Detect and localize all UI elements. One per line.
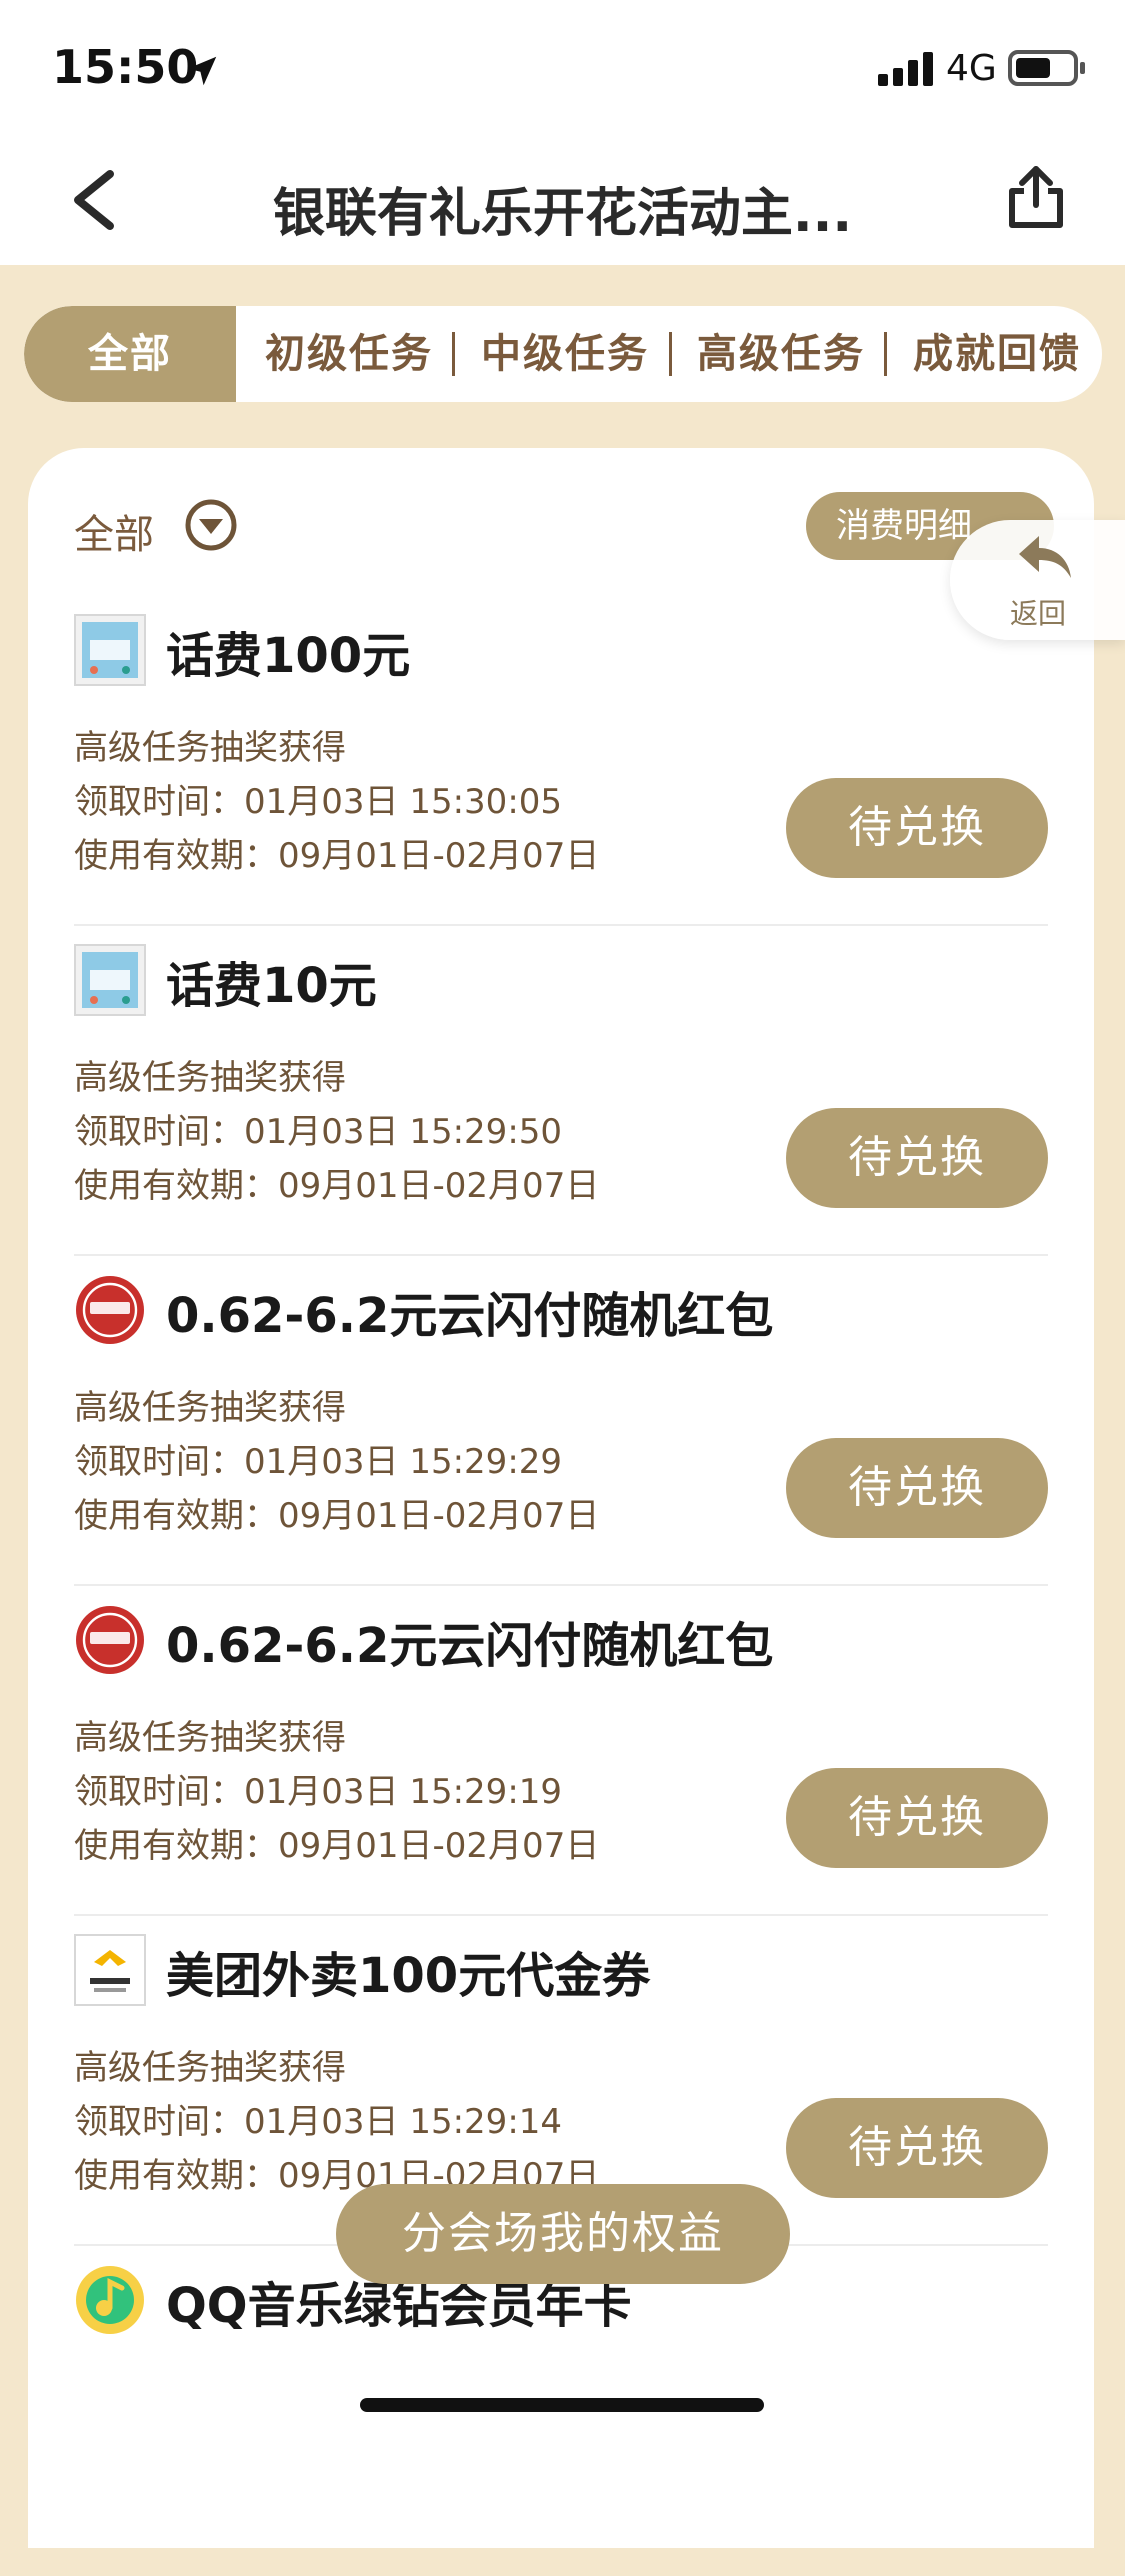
share-icon[interactable] (1006, 165, 1066, 229)
phone-credit-voucher-icon (74, 944, 146, 1016)
reward-received-time: 领取时间：01月03日 15:29:19 (74, 1772, 563, 1812)
tab-intermediate-tasks[interactable]: 中级任务 (460, 306, 670, 402)
reward-received-time: 领取时间：01月03日 15:30:05 (74, 782, 563, 822)
floating-back-button[interactable]: 返回 (950, 520, 1125, 640)
status-bar: 15:50 4G (0, 0, 1125, 135)
location-arrow-icon (187, 56, 217, 86)
redeem-button[interactable]: 待兑换 (786, 2098, 1048, 2198)
qq-music-logo-icon (76, 2266, 144, 2334)
reward-item: 0.62-6.2元云闪付随机红包 高级任务抽奖获得 领取时间：01月03日 15… (74, 1256, 1048, 1586)
reward-title: 话费10元 (166, 958, 377, 1014)
reward-received-time: 领取时间：01月03日 15:29:14 (74, 2102, 563, 2142)
reward-item: 话费10元 高级任务抽奖获得 领取时间：01月03日 15:29:50 使用有效… (74, 926, 1048, 1256)
filter-dropdown-label[interactable]: 全部 (74, 502, 154, 560)
tab-divider (669, 332, 672, 376)
reward-title: 话费100元 (166, 628, 411, 684)
redeem-button[interactable]: 待兑换 (786, 1438, 1048, 1538)
page-title: 银联有礼乐开花活动主... (272, 184, 853, 244)
floating-back-label: 返回 (1010, 597, 1067, 630)
redeem-button[interactable]: 待兑换 (786, 1108, 1048, 1208)
tab-all[interactable]: 全部 (24, 306, 236, 402)
back-chevron-icon[interactable] (66, 168, 120, 232)
network-type: 4G (946, 48, 997, 89)
reward-item: 0.62-6.2元云闪付随机红包 高级任务抽奖获得 领取时间：01月03日 15… (74, 1586, 1048, 1916)
sub-venue-benefits-button[interactable]: 分会场我的权益 (336, 2184, 790, 2284)
reward-source: 高级任务抽奖获得 (74, 1388, 346, 1428)
redeem-button[interactable]: 待兑换 (786, 1768, 1048, 1868)
reward-title: 0.62-6.2元云闪付随机红包 (166, 1288, 774, 1344)
status-time: 15:50 (52, 40, 199, 94)
reward-validity: 使用有效期：09月01日-02月07日 (74, 1496, 600, 1536)
unionpay-quickpass-logo-icon (76, 1276, 144, 1344)
return-arrow-icon (1019, 536, 1071, 578)
tab-achievement-rewards[interactable]: 成就回馈 (892, 306, 1102, 402)
reward-item: 话费100元 高级任务抽奖获得 领取时间：01月03日 15:30:05 使用有… (74, 596, 1048, 926)
reward-validity: 使用有效期：09月01日-02月07日 (74, 1826, 600, 1866)
battery-icon (1008, 50, 1085, 86)
reward-title: 0.62-6.2元云闪付随机红包 (166, 1618, 774, 1674)
tab-divider (884, 332, 887, 376)
reward-received-time: 领取时间：01月03日 15:29:50 (74, 1112, 563, 1152)
reward-title: 美团外卖100元代金券 (166, 1948, 651, 2004)
tab-beginner-tasks[interactable]: 初级任务 (244, 306, 454, 402)
task-tab-strip: 全部 初级任务 中级任务 高级任务 成就回馈 (24, 306, 1102, 402)
reward-validity: 使用有效期：09月01日-02月07日 (74, 836, 600, 876)
meituan-delivery-logo-icon (74, 1934, 146, 2006)
nav-bar: 银联有礼乐开花活动主... (0, 135, 1125, 265)
reward-validity: 使用有效期：09月01日-02月07日 (74, 1166, 600, 1206)
reward-source: 高级任务抽奖获得 (74, 1058, 346, 1098)
cellular-signal-icon (878, 52, 933, 86)
reward-source: 高级任务抽奖获得 (74, 728, 346, 768)
home-indicator (360, 2398, 764, 2412)
unionpay-quickpass-logo-icon (76, 1606, 144, 1674)
reward-source: 高级任务抽奖获得 (74, 2048, 346, 2088)
reward-received-time: 领取时间：01月03日 15:29:29 (74, 1442, 563, 1482)
tab-advanced-tasks[interactable]: 高级任务 (676, 306, 886, 402)
tab-divider (452, 332, 455, 376)
reward-source: 高级任务抽奖获得 (74, 1718, 346, 1758)
dropdown-chevron-icon[interactable] (184, 498, 238, 552)
redeem-button[interactable]: 待兑换 (786, 778, 1048, 878)
phone-credit-voucher-icon (74, 614, 146, 686)
